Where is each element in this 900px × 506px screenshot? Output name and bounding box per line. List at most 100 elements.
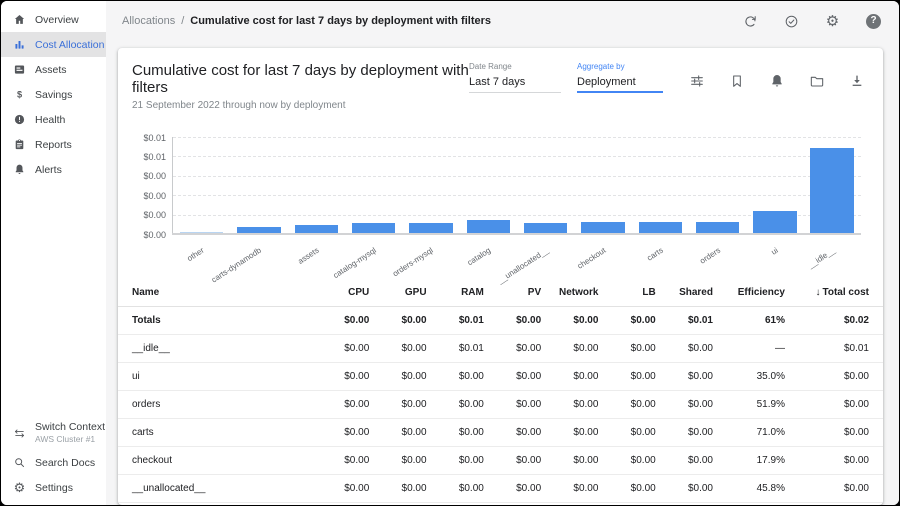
tune-icon[interactable] (689, 73, 705, 89)
cell-lb: $0.00 (598, 371, 655, 382)
breadcrumb: Allocations / Cumulative cost for last 7… (122, 15, 491, 27)
cell-shared: $0.00 (656, 371, 713, 382)
cell-cpu: $0.00 (312, 315, 369, 326)
bar-unallocated[interactable] (524, 223, 568, 233)
column-header-cpu[interactable]: CPU (312, 287, 369, 298)
cell-network: $0.00 (541, 371, 598, 382)
sidebar-item-switch-context[interactable]: Switch ContextAWS Cluster #1 (1, 416, 106, 450)
page-title: Cumulative cost for last 7 days by deplo… (132, 62, 469, 96)
aggregate-by-value[interactable]: Deployment (577, 76, 663, 93)
cell-shared: $0.00 (656, 455, 713, 466)
bar-carts[interactable] (639, 222, 683, 233)
column-header-ram[interactable]: RAM (427, 287, 484, 298)
bar-checkout[interactable] (581, 222, 625, 233)
bar-orders[interactable] (696, 222, 740, 233)
bar-catalog[interactable] (467, 220, 511, 233)
sidebar-item-search-docs[interactable]: Search Docs (1, 450, 106, 475)
bar-catalog-mysql[interactable] (352, 223, 396, 233)
table-row-carts[interactable]: carts$0.00$0.00$0.00$0.00$0.00$0.00$0.00… (118, 419, 883, 447)
x-tick: __idle__ (804, 236, 861, 269)
cell-network: $0.00 (541, 343, 598, 354)
table-row-ui[interactable]: ui$0.00$0.00$0.00$0.00$0.00$0.00$0.0035.… (118, 363, 883, 391)
help-icon[interactable]: ? (866, 14, 881, 29)
column-header-lb[interactable]: LB (598, 287, 655, 298)
bar-other[interactable] (180, 232, 224, 233)
sidebar-item-settings[interactable]: ⚙Settings (1, 475, 106, 500)
cell-gpu: $0.00 (369, 343, 426, 354)
refresh-icon[interactable] (743, 14, 758, 29)
column-header-pv[interactable]: PV (484, 287, 541, 298)
sidebar-item-alerts[interactable]: Alerts (1, 157, 106, 182)
sidebar-item-reports[interactable]: Reports (1, 132, 106, 157)
bar-idle[interactable] (810, 148, 854, 233)
cost-bar-chart: othercarts-dynamodbassetscatalog-mysqlor… (132, 137, 863, 269)
download-icon[interactable] (849, 73, 865, 89)
sidebar-item-cost-allocation[interactable]: Cost Allocation (1, 32, 106, 57)
sidebar-item-overview[interactable]: Overview (1, 7, 106, 32)
check-circle-icon[interactable] (784, 14, 799, 29)
date-range-select[interactable]: Date Range Last 7 days (469, 62, 561, 93)
x-tick: assets (287, 236, 344, 269)
date-range-label: Date Range (469, 62, 561, 71)
column-header-shared[interactable]: Shared (656, 287, 713, 298)
bar-assets[interactable] (295, 225, 339, 233)
gear-icon: ⚙ (13, 481, 26, 494)
cell-cpu: $0.00 (312, 455, 369, 466)
gear-icon[interactable]: ⚙ (825, 14, 840, 29)
cell-lb: $0.00 (598, 343, 655, 354)
error-circle-icon (13, 113, 26, 126)
main-area: Allocations / Cumulative cost for last 7… (106, 1, 899, 505)
cell-ram: $0.00 (427, 483, 484, 494)
table-row-orders[interactable]: orders$0.00$0.00$0.00$0.00$0.00$0.00$0.0… (118, 391, 883, 419)
table-row-catalog[interactable]: catalog$0.00$0.00$0.00$0.00$0.00$0.00$0.… (118, 503, 883, 505)
bar-slot (288, 137, 345, 233)
x-tick-label: ui (770, 246, 780, 257)
page-subtitle: 21 September 2022 through now by deploym… (132, 100, 469, 111)
cell-name: Totals (132, 315, 312, 326)
bell-icon[interactable] (769, 73, 785, 89)
cell-pv: $0.00 (484, 343, 541, 354)
column-header-efficiency[interactable]: Efficiency (713, 287, 785, 298)
aggregate-by-label: Aggregate by (577, 62, 663, 71)
column-header-total-cost[interactable]: ↓Total cost (785, 287, 869, 298)
x-tick: carts-dynamodb (229, 236, 286, 269)
bar-slot (804, 137, 861, 233)
sidebar-item-health[interactable]: Health (1, 107, 106, 132)
cell-lb: $0.00 (598, 315, 655, 326)
cell-ram: $0.00 (427, 371, 484, 382)
column-header-gpu[interactable]: GPU (369, 287, 426, 298)
table-row-totals[interactable]: Totals$0.00$0.00$0.01$0.00$0.00$0.00$0.0… (118, 307, 883, 335)
column-header-network[interactable]: Network (541, 287, 598, 298)
cell-lb: $0.00 (598, 483, 655, 494)
sidebar-item-label: Cost Allocation (35, 39, 104, 51)
cell-lb: $0.00 (598, 399, 655, 410)
aggregate-by-select[interactable]: Aggregate by Deployment (577, 62, 663, 93)
x-tick: catalog-mysql (344, 236, 401, 269)
report-toolbar-icons (689, 73, 865, 89)
bookmark-icon[interactable] (729, 73, 745, 89)
folder-icon[interactable] (809, 73, 825, 89)
cell-ram: $0.00 (427, 427, 484, 438)
bar-orders-mysql[interactable] (409, 223, 453, 233)
cell-name: carts (132, 427, 312, 438)
breadcrumb-parent[interactable]: Allocations (122, 15, 175, 27)
sidebar-item-sublabel: AWS Cluster #1 (35, 434, 105, 445)
table-row-idle[interactable]: __idle__$0.00$0.00$0.01$0.00$0.00$0.00$0… (118, 335, 883, 363)
column-header-name[interactable]: Name (132, 287, 312, 298)
report-header: Cumulative cost for last 7 days by deplo… (118, 48, 883, 111)
date-range-value[interactable]: Last 7 days (469, 76, 561, 93)
table-row-unallocated[interactable]: __unallocated__$0.00$0.00$0.00$0.00$0.00… (118, 475, 883, 503)
cell-efficiency: 71.0% (713, 427, 785, 438)
cell-efficiency: 51.9% (713, 399, 785, 410)
sidebar-item-label: Alerts (35, 164, 62, 176)
bar-carts-dynamodb[interactable] (237, 227, 281, 233)
column-header-label: RAM (461, 287, 484, 298)
sidebar-item-assets[interactable]: Assets (1, 57, 106, 82)
table-row-checkout[interactable]: checkout$0.00$0.00$0.00$0.00$0.00$0.00$0… (118, 447, 883, 475)
bar-ui[interactable] (753, 211, 797, 233)
sidebar-item-label: Search Docs (35, 457, 95, 469)
cell-name: __idle__ (132, 343, 312, 354)
cell-name: ui (132, 371, 312, 382)
cell-network: $0.00 (541, 399, 598, 410)
sidebar-item-savings[interactable]: $Savings (1, 82, 106, 107)
